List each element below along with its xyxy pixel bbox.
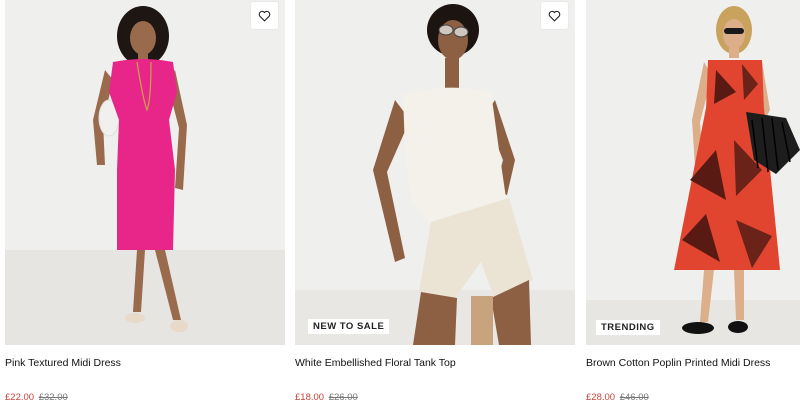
product-price: £22.00 £32.00 xyxy=(5,392,68,403)
status-badge: TRENDING xyxy=(596,320,660,335)
product-price: £28.00 £46.00 xyxy=(586,392,649,403)
model-illustration xyxy=(5,0,285,345)
original-price: £46.00 xyxy=(619,392,649,403)
product-image-printed-dress[interactable] xyxy=(586,0,800,345)
sale-price: £18.00 xyxy=(295,392,325,403)
wishlist-button[interactable] xyxy=(251,2,278,29)
sale-price: £22.00 xyxy=(5,392,35,403)
wishlist-button[interactable] xyxy=(541,2,568,29)
heart-outline-icon xyxy=(258,10,271,22)
product-price: £18.00 £26.00 xyxy=(295,392,358,403)
product-image-white-tank[interactable]: NEW TO SALE xyxy=(295,0,575,345)
product-name[interactable]: Pink Textured Midi Dress xyxy=(5,357,121,369)
sale-price: £28.00 xyxy=(586,392,616,403)
product-image-pink-dress[interactable] xyxy=(5,0,285,345)
product-name[interactable]: White Embellished Floral Tank Top xyxy=(295,357,456,369)
product-name[interactable]: Brown Cotton Poplin Printed Midi Dress xyxy=(586,357,770,369)
status-badge: NEW TO SALE xyxy=(308,319,390,334)
original-price: £26.00 xyxy=(328,392,358,403)
model-illustration xyxy=(586,0,800,345)
heart-outline-icon xyxy=(548,10,561,22)
original-price: £32.00 xyxy=(38,392,68,403)
model-illustration xyxy=(295,0,575,345)
